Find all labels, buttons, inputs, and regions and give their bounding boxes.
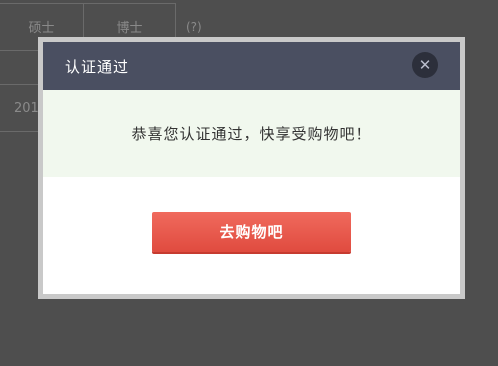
- close-icon: ✕: [418, 55, 432, 74]
- go-shopping-button[interactable]: 去购物吧: [152, 211, 351, 252]
- action-area: 去购物吧: [43, 177, 460, 294]
- table-cell-year: 201: [0, 84, 40, 132]
- message-area: 恭喜您认证通过，快享受购物吧！: [43, 90, 460, 177]
- close-button[interactable]: ✕: [412, 52, 438, 78]
- success-message: 恭喜您认证通过，快享受购物吧！: [131, 125, 372, 143]
- modal-frame: 认证通过 ✕ 恭喜您认证通过，快享受购物吧！ 去购物吧: [38, 37, 465, 299]
- dialog-title: 认证通过: [65, 57, 130, 76]
- certification-dialog: 认证通过 ✕ 恭喜您认证通过，快享受购物吧！ 去购物吧: [43, 42, 460, 294]
- table-cell-text: 硕士: [28, 21, 55, 36]
- dialog-header: 认证通过 ✕: [43, 42, 460, 90]
- table-cell-text: 博士: [116, 21, 143, 36]
- table-cell-text: 201: [14, 100, 39, 116]
- help-note: (?): [186, 20, 202, 34]
